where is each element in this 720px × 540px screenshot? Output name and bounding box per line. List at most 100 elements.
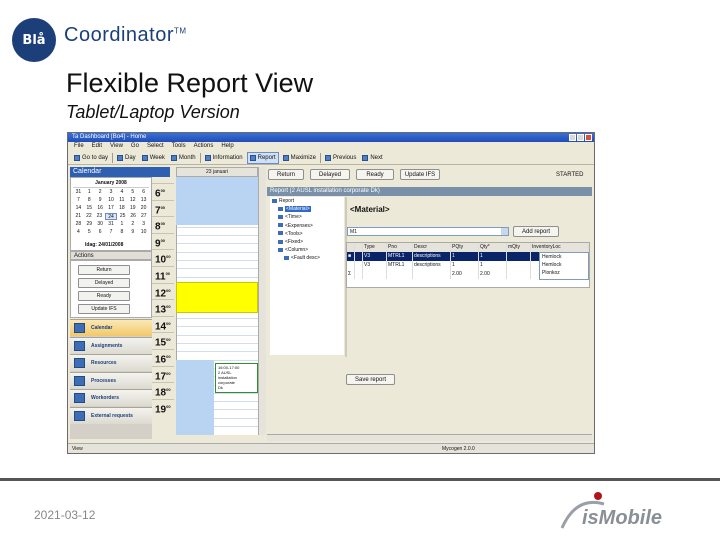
status-button[interactable]: Ready — [356, 169, 394, 180]
mini-calendar-day[interactable]: 7 — [73, 197, 84, 204]
status-button[interactable]: Return — [268, 169, 304, 180]
mini-calendar-day[interactable]: 30 — [95, 221, 106, 228]
nav-item[interactable]: Resources — [70, 354, 152, 371]
toolbar-button[interactable]: Week — [140, 153, 167, 163]
grid-cell[interactable]: 2.00 — [479, 270, 507, 279]
grid-header-cell[interactable]: PQty — [451, 243, 479, 252]
menu-item[interactable]: Edit — [92, 142, 102, 151]
inventory-option[interactable]: Plonkoz — [540, 269, 588, 277]
action-button[interactable]: Ready — [78, 291, 130, 301]
toolbar-button[interactable]: Month — [169, 153, 198, 163]
window-titlebar[interactable]: Ta Dashboard [Bo4] - Home — [68, 133, 594, 142]
grid-cell[interactable] — [507, 252, 531, 261]
mini-calendar-day[interactable]: 25 — [117, 213, 128, 220]
material-select[interactable]: M1 — [347, 227, 509, 236]
mini-calendar-day[interactable]: 10 — [106, 197, 117, 204]
mini-calendar-day[interactable]: 9 — [127, 229, 138, 236]
mini-calendar-day[interactable]: 22 — [84, 213, 95, 220]
mini-calendar-day[interactable]: 6 — [138, 189, 149, 196]
mini-calendar-day[interactable]: 29 — [84, 221, 95, 228]
mini-calendar-day[interactable]: 10 — [138, 229, 149, 236]
mini-calendar-day[interactable]: 17 — [106, 205, 117, 212]
status-button[interactable]: Update IFS — [400, 169, 440, 180]
mini-calendar-day[interactable]: 20 — [138, 205, 149, 212]
nav-item[interactable]: Workorders — [70, 389, 152, 406]
toolbar-button[interactable]: Go to day — [72, 153, 110, 163]
grid-cell[interactable] — [413, 270, 451, 279]
nav-item[interactable]: External requests — [70, 406, 152, 424]
mini-calendar-day[interactable]: 5 — [84, 229, 95, 236]
toolbar-button[interactable]: Next — [360, 153, 384, 163]
mini-calendar-day[interactable]: 9 — [95, 197, 106, 204]
menu-item[interactable]: View — [110, 142, 123, 151]
grid-header-cell[interactable] — [347, 243, 355, 252]
nav-item[interactable]: Calendar — [70, 319, 152, 336]
nav-item[interactable]: Assignments — [70, 336, 152, 354]
mini-calendar-day[interactable]: 19 — [127, 205, 138, 212]
mini-calendar-day[interactable]: 1 — [116, 221, 127, 228]
grid-header-cell[interactable]: Pno — [387, 243, 413, 252]
mini-calendar-day[interactable]: 16 — [95, 205, 106, 212]
grid-cell[interactable]: Σ — [347, 270, 355, 279]
maximize-icon[interactable] — [577, 134, 584, 141]
grid-header-cell[interactable]: Type — [363, 243, 387, 252]
mini-calendar-day[interactable]: 14 — [73, 205, 84, 212]
mini-calendar-day[interactable]: 24 — [104, 213, 118, 220]
mini-calendar-day[interactable]: 31 — [106, 221, 117, 228]
mini-calendar-day[interactable]: 21 — [73, 213, 84, 220]
tree-node[interactable]: <Column> — [278, 247, 308, 253]
chevron-down-icon[interactable] — [501, 228, 508, 235]
mini-calendar-day[interactable]: 12 — [127, 197, 138, 204]
mini-calendar-day[interactable]: 3 — [106, 189, 117, 196]
grid-header-cell[interactable] — [355, 243, 363, 252]
grid-cell[interactable] — [363, 270, 387, 279]
grid-header-cell[interactable]: InventoryLoc — [531, 243, 589, 252]
appointment-card[interactable]: 16:00-17:00 2 AUSL installation corporate Dk — [215, 363, 258, 393]
busy-time-block[interactable] — [176, 282, 258, 313]
mini-calendar-day[interactable]: 27 — [138, 213, 149, 220]
tree-node[interactable]: <Fixed> — [278, 239, 303, 245]
grid-cell[interactable] — [347, 261, 355, 270]
grid-header-cell[interactable]: Qty* — [479, 243, 507, 252]
menu-item[interactable]: Tools — [172, 142, 186, 151]
grid-cell[interactable] — [507, 270, 531, 279]
mini-calendar-day[interactable]: 8 — [84, 197, 95, 204]
tree-node[interactable]: Report — [272, 198, 294, 204]
mini-calendar-day[interactable]: 28 — [73, 221, 84, 228]
mini-calendar-day[interactable]: 8 — [116, 229, 127, 236]
inventory-dropdown[interactable]: Hemlock Hemlock Plonkoz — [539, 252, 589, 280]
mini-calendar-day[interactable]: 23 — [94, 213, 105, 220]
toolbar-button[interactable]: Previous — [323, 153, 358, 163]
inventory-option[interactable]: Hemlock — [540, 261, 588, 269]
grid-cell[interactable]: 1 — [479, 261, 507, 270]
inventory-option[interactable]: Hemlock — [540, 253, 588, 261]
mini-calendar-day[interactable]: 2 — [95, 189, 106, 196]
mini-calendar-day[interactable]: 1 — [84, 189, 95, 196]
tree-node[interactable]: <Tools> — [278, 231, 303, 237]
status-button[interactable]: Delayed — [310, 169, 350, 180]
mini-calendar-month[interactable]: January 2008 — [73, 180, 149, 188]
grid-cell[interactable] — [355, 270, 363, 279]
toolbar-button[interactable]: Maximize — [281, 153, 318, 163]
grid-cell[interactable]: V3 — [363, 261, 387, 270]
calendar-scrollbar[interactable] — [258, 167, 266, 435]
grid-cell[interactable] — [507, 261, 531, 270]
grid-cell[interactable]: 1 — [451, 261, 479, 270]
mini-calendar-day[interactable]: 5 — [127, 189, 138, 196]
toolbar-button[interactable]: Day — [115, 153, 138, 163]
grid-cell[interactable]: V3 — [363, 252, 387, 261]
mini-calendar-day[interactable]: 4 — [73, 229, 84, 236]
grid-cell[interactable]: 1 — [479, 252, 507, 261]
mini-calendar-day[interactable]: 4 — [116, 189, 127, 196]
grid-cell[interactable] — [355, 252, 363, 261]
add-report-button[interactable]: Add report — [513, 226, 559, 237]
mini-calendar-day[interactable]: 2 — [127, 221, 138, 228]
action-button[interactable]: Update IFS — [78, 304, 130, 314]
grid-cell[interactable] — [387, 270, 413, 279]
tree-node[interactable]: <Fault desc> — [284, 255, 320, 261]
free-time-block[interactable] — [176, 177, 258, 225]
action-button[interactable]: Delayed — [78, 278, 130, 288]
menu-item[interactable]: Select — [147, 142, 164, 151]
menu-item[interactable]: Actions — [194, 142, 214, 151]
grid-cell[interactable]: 2.00 — [451, 270, 479, 279]
